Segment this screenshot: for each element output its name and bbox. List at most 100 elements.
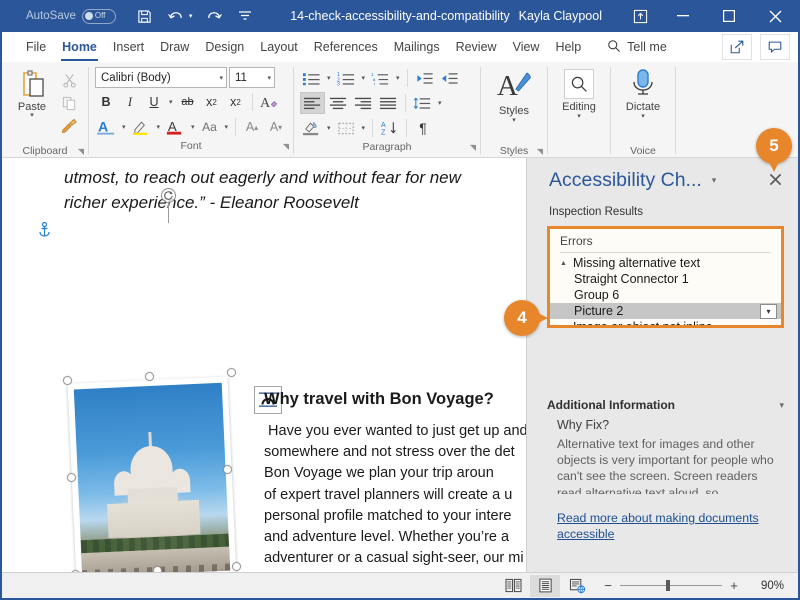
superscript-button[interactable]: x2 (225, 91, 247, 113)
account-name[interactable]: Kayla Claypool (519, 0, 602, 32)
web-layout-icon[interactable] (562, 575, 592, 597)
zoom-in-button[interactable]: + (728, 578, 740, 593)
tab-insert[interactable]: Insert (105, 32, 152, 62)
font-size-combo[interactable]: 11 ▾ (229, 67, 275, 88)
line-spacing-icon[interactable] (411, 92, 434, 114)
styles-dropdown-caret-icon[interactable]: ▾ (512, 117, 516, 124)
resize-handle-top-left[interactable] (63, 376, 72, 385)
share-icon[interactable] (722, 34, 752, 60)
shading-dropdown-caret-icon[interactable]: ▾ (325, 124, 333, 132)
bold-button[interactable]: B (95, 91, 117, 113)
underline-dropdown-caret-icon[interactable]: ▾ (167, 98, 175, 106)
read-more-link[interactable]: Read more about making documents accessi… (557, 510, 784, 542)
undo-dropdown-caret-icon[interactable]: ▾ (189, 12, 193, 20)
editing-button[interactable]: Editing ▾ (554, 66, 604, 120)
text-effects-dropdown-caret-icon[interactable]: ▾ (120, 123, 128, 131)
chevron-down-icon[interactable]: ▾ (779, 400, 784, 411)
align-center-icon[interactable] (327, 92, 350, 114)
tab-design[interactable]: Design (197, 32, 252, 62)
highlight-dropdown-caret-icon[interactable]: ▾ (154, 123, 162, 131)
resize-handle-top-right[interactable] (227, 368, 236, 377)
tab-layout[interactable]: Layout (252, 32, 306, 62)
change-case-button[interactable]: Aa (199, 116, 221, 138)
close-icon[interactable] (766, 170, 784, 188)
zoom-slider-thumb[interactable] (666, 580, 670, 591)
paste-dropdown-caret-icon[interactable]: ▾ (30, 113, 34, 119)
show-formatting-marks-button[interactable]: ¶ (412, 117, 434, 139)
copy-icon[interactable] (58, 93, 80, 113)
redo-icon[interactable] (205, 5, 223, 27)
font-dialog-launcher-icon[interactable]: ◥ (283, 142, 289, 151)
line-spacing-dropdown-caret-icon[interactable]: ▾ (436, 99, 444, 107)
tab-file[interactable]: File (18, 32, 54, 62)
styles-dialog-launcher-icon[interactable]: ◥ (537, 147, 543, 156)
pane-options-caret-icon[interactable]: ▾ (712, 175, 717, 186)
tell-me-search[interactable]: Tell me (607, 39, 667, 56)
multilevel-list-icon[interactable]: 1ai (369, 67, 392, 89)
decrease-indent-icon[interactable] (413, 67, 436, 89)
comments-icon[interactable] (760, 34, 790, 60)
text-highlight-color-icon[interactable] (130, 116, 153, 138)
list-item[interactable]: Straight Connector 1 (550, 271, 781, 287)
shrink-font-button[interactable]: A▾ (265, 116, 287, 138)
zoom-control[interactable]: − + (602, 578, 740, 593)
list-item-selected[interactable]: Picture 2 ▾ (550, 303, 781, 319)
read-mode-icon[interactable] (498, 575, 528, 597)
collapse-triangle-icon[interactable]: ▲ (560, 324, 567, 329)
error-group-missing-alt-text[interactable]: ▲ Missing alternative text (550, 255, 781, 271)
tab-mailings[interactable]: Mailings (386, 32, 448, 62)
tab-references[interactable]: References (306, 32, 386, 62)
collapse-triangle-icon[interactable]: ▲ (560, 260, 567, 267)
document-page[interactable]: utmost, to reach out eagerly and without… (2, 158, 530, 572)
borders-dropdown-caret-icon[interactable]: ▾ (360, 124, 368, 132)
shading-icon[interactable] (300, 117, 323, 139)
styles-button[interactable]: A Styles ▾ (487, 66, 541, 124)
bullets-icon[interactable] (300, 67, 323, 89)
selected-picture[interactable] (72, 380, 232, 572)
tab-help[interactable]: Help (547, 32, 589, 62)
change-case-dropdown-caret-icon[interactable]: ▾ (223, 123, 231, 131)
list-item[interactable]: Group 6 (550, 287, 781, 303)
rotate-handle-icon[interactable] (161, 188, 176, 203)
minimize-icon[interactable] (660, 0, 706, 32)
underline-button[interactable]: U (143, 91, 165, 113)
error-group-not-inline[interactable]: ▲ Image or object not inline. (550, 319, 781, 328)
autosave-toggle[interactable]: Off (82, 9, 116, 24)
resize-handle-top-center[interactable] (145, 372, 154, 381)
multilevel-dropdown-caret-icon[interactable]: ▾ (394, 74, 402, 82)
text-effects-icon[interactable]: A (258, 91, 281, 113)
editing-dropdown-caret-icon[interactable]: ▾ (577, 113, 581, 120)
paragraph-dialog-launcher-icon[interactable]: ◥ (470, 143, 476, 152)
font-name-combo[interactable]: Calibri (Body) ▾ (95, 67, 227, 88)
undo-icon[interactable] (167, 5, 185, 27)
tab-draw[interactable]: Draw (152, 32, 197, 62)
clipboard-dialog-launcher-icon[interactable]: ◥ (78, 147, 84, 156)
tab-home[interactable]: Home (54, 32, 105, 62)
additional-information-header[interactable]: Additional Information ▾ (547, 398, 784, 418)
close-icon[interactable] (752, 0, 798, 32)
resize-handle-bottom-right[interactable] (232, 562, 241, 571)
bullets-dropdown-caret-icon[interactable]: ▾ (325, 74, 333, 82)
format-painter-icon[interactable] (58, 116, 80, 136)
tab-review[interactable]: Review (448, 32, 505, 62)
font-color-dropdown-caret-icon[interactable]: ▾ (189, 123, 197, 131)
dictate-button[interactable]: Dictate ▾ (617, 66, 669, 120)
zoom-level-label[interactable]: 90% (750, 580, 784, 592)
font-color-icon[interactable]: A (164, 116, 187, 138)
zoom-slider[interactable] (620, 585, 722, 586)
strikethrough-button[interactable]: ab (177, 91, 199, 113)
text-highlight-wordart-icon[interactable]: A (95, 116, 118, 138)
save-icon[interactable] (136, 5, 154, 27)
resize-handle-middle-right[interactable] (223, 465, 232, 474)
align-right-icon[interactable] (352, 92, 375, 114)
align-left-icon[interactable] (300, 92, 325, 114)
print-layout-icon[interactable] (530, 575, 560, 597)
numbering-dropdown-caret-icon[interactable]: ▾ (360, 74, 368, 82)
ribbon-display-options-icon[interactable] (620, 0, 660, 32)
paste-button[interactable]: Paste ▾ (8, 66, 56, 119)
zoom-out-button[interactable]: − (602, 578, 614, 593)
maximize-icon[interactable] (706, 0, 752, 32)
increase-indent-icon[interactable] (438, 67, 461, 89)
customize-qat-icon[interactable] (236, 5, 254, 27)
borders-icon[interactable] (335, 117, 358, 139)
